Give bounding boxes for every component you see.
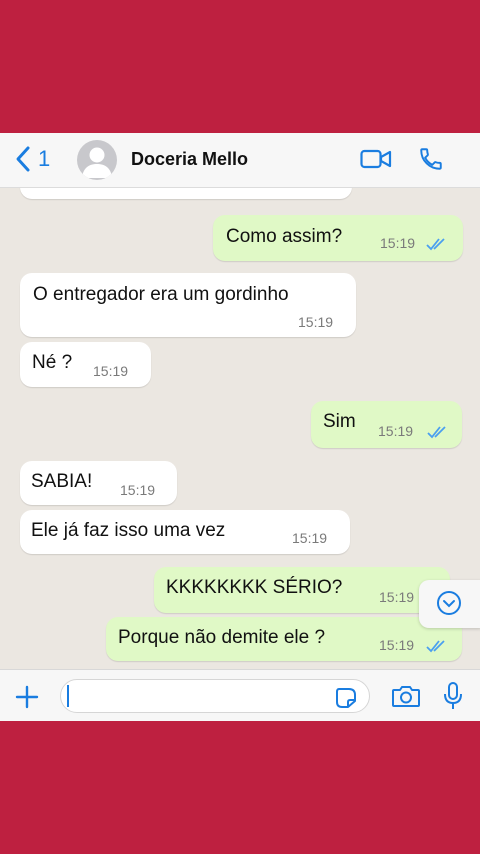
scroll-to-bottom-button[interactable] [419,580,480,628]
message-bubble-outgoing[interactable]: Porque não demite ele ? 15:19 [106,617,462,661]
read-ticks-icon [427,426,446,439]
text-caret [67,685,69,707]
message-bubble-outgoing[interactable]: KKKKKKKK SÉRIO? 15:19 [154,567,450,613]
message-time: 15:19 [93,363,129,379]
default-avatar-icon [82,147,112,178]
chevron-left-icon [16,146,30,172]
message-bubble-outgoing[interactable]: Sim 15:19 [311,401,462,448]
sticker-icon[interactable] [335,687,357,709]
back-button[interactable]: 1 [14,145,50,173]
message-time: 15:19 [120,482,156,498]
message-time: 15:19 [379,637,415,653]
camera-icon[interactable] [391,684,421,708]
read-ticks-icon [426,238,445,251]
phone-icon[interactable] [418,146,444,172]
message-composer [0,669,480,721]
unread-count: 1 [38,146,51,171]
message-input[interactable] [60,679,370,713]
message-bubble-incoming[interactable]: O entregador era um gordinho 15:19 [20,273,356,337]
chat-header: 1 Doceria Mello [0,133,480,188]
message-text: Né ? [32,352,73,373]
message-text: KKKKKKKK SÉRIO? [166,577,343,598]
message-list[interactable]: Como assim? 15:19 O entregador era um go… [0,133,480,721]
message-bubble-outgoing[interactable]: Como assim? 15:19 [213,215,463,261]
message-text: Como assim? [226,226,343,247]
message-text: Sim [323,411,356,432]
message-text: O entregador era um gordinho [33,284,289,305]
message-bubble-incoming[interactable]: Ele já faz isso uma vez 15:19 [20,510,350,554]
avatar[interactable] [77,140,117,180]
message-text: SABIA! [31,471,93,492]
chat-screen: Como assim? 15:19 O entregador era um go… [0,133,480,721]
message-time: 15:19 [298,314,334,330]
contact-name[interactable]: Doceria Mello [131,149,248,170]
message-time: 15:19 [292,530,328,546]
message-text: Ele já faz isso uma vez [31,520,226,541]
video-camera-icon[interactable] [360,148,392,170]
message-time: 15:19 [379,589,415,605]
message-time: 15:19 [378,423,414,439]
message-bubble-incoming[interactable]: Né ? 15:19 [20,342,151,387]
chevron-down-icon [437,591,461,615]
message-bubble-incoming[interactable]: SABIA! 15:19 [20,461,177,505]
message-text: Porque não demite ele ? [118,627,326,648]
plus-icon[interactable] [14,684,40,710]
microphone-icon[interactable] [443,681,463,711]
read-ticks-icon [426,640,445,653]
message-time: 15:19 [380,235,416,251]
